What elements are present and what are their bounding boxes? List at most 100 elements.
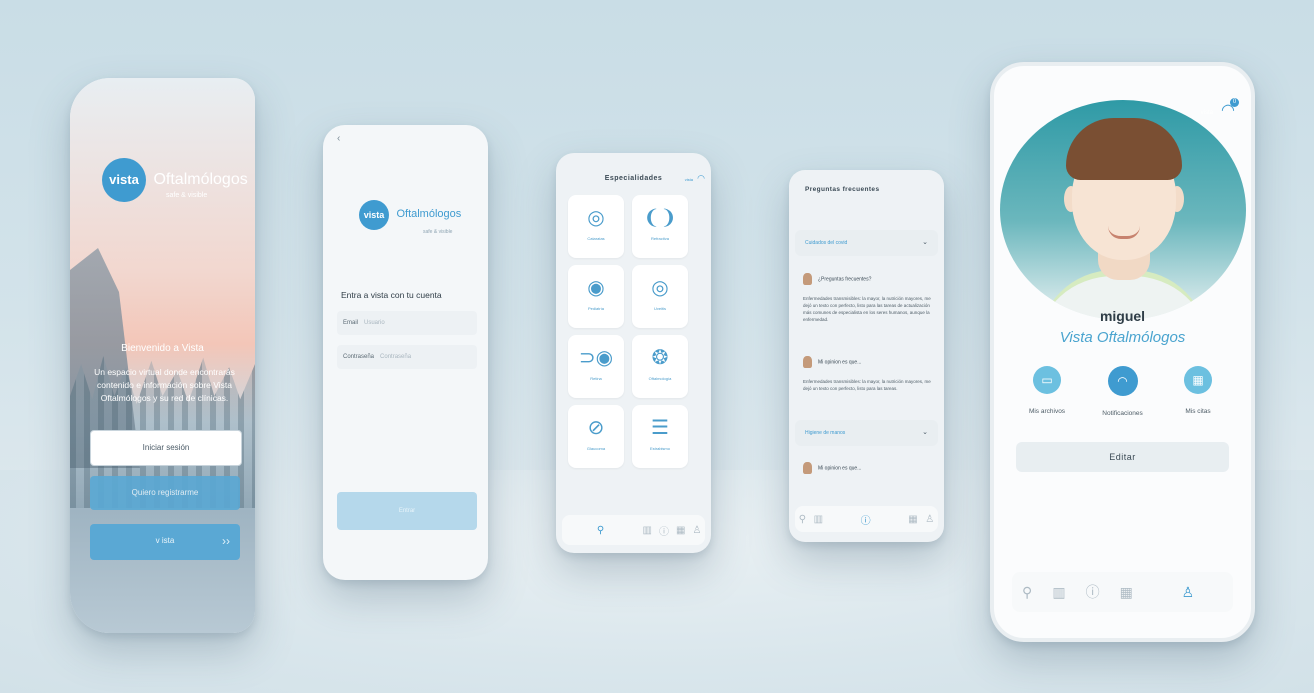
specialty-tile[interactable]: ⊃◉ Retina (568, 335, 624, 398)
tab-bar: ⚲ ▥ ⓘ ▦ ♙ (795, 506, 938, 532)
clinic-icon[interactable]: ▥ (814, 514, 823, 525)
avatar (803, 462, 812, 474)
faq-answer: Enfermedades transmisibles: la mayor, la… (803, 379, 931, 391)
guest-button-label: v ista (155, 536, 175, 545)
eye-lines-icon: ☰ (651, 417, 669, 439)
specialty-tile[interactable]: ❨❩ Refractiva (632, 195, 688, 258)
face-icon: ❂ (651, 347, 669, 369)
enter-button[interactable]: Entrar (337, 492, 477, 530)
question-text: ¿Preguntas frecuentes? (818, 276, 872, 283)
double-chevron-icon: ›› (222, 534, 230, 548)
help-icon[interactable]: ⓘ (831, 512, 901, 527)
logo-badge: vista (359, 200, 389, 230)
specialty-label: Refractiva (650, 236, 669, 241)
phone-profile-screen: vista ◠ 0 miguel Vista Oftalmólogos ▭ Mi… (990, 62, 1255, 642)
calendar-icon[interactable]: ▦ (908, 514, 917, 525)
eye-icon: ◉ (587, 277, 605, 299)
faq-section-covid[interactable]: Cuidados del covid ⌄ (795, 230, 938, 256)
notification-badge: 0 (1230, 98, 1239, 107)
phone-signin-screen: ‹ vista Oftalmólogos safe & visible Entr… (323, 125, 488, 580)
password-field[interactable]: Contraseña Contraseña (337, 345, 477, 369)
avatar (803, 273, 812, 285)
action-label: Mis archivos (1028, 408, 1066, 415)
specialty-label: Uveitis (653, 306, 666, 311)
back-arrow-icon[interactable]: ‹ (337, 133, 340, 144)
welcome-description: Un espacio virtual donde encontrarás con… (94, 367, 235, 403)
notifications-action[interactable]: ◠ Notificaciones (1088, 366, 1158, 418)
email-placeholder: Usuario (364, 320, 385, 326)
tab-bar: ⚲ ▥ ⓘ ▦ ♙ (1012, 572, 1233, 612)
profile-icon[interactable]: ♙ (692, 525, 701, 536)
register-button[interactable]: Quiero registrarme (90, 476, 240, 510)
phone-specialties-screen: Especialidades vista ◠ ◎ Cataratas ❨❩ Refr… (556, 153, 711, 553)
faq-question: Mi opinion es que... (803, 356, 861, 368)
help-icon[interactable]: ⓘ (659, 523, 669, 538)
password-placeholder: Contraseña (380, 354, 412, 360)
bell-icon: ◠ (1107, 366, 1138, 396)
welcome-title: Bienvenido a Vista (121, 343, 204, 354)
faq-question: Mi opinion es que... (803, 462, 861, 474)
specialty-label: Oftalmología (648, 376, 672, 381)
help-icon[interactable]: ⓘ (1086, 582, 1100, 602)
edit-button[interactable]: Editar (1016, 442, 1229, 472)
specialty-label: Glaucoma (586, 446, 606, 451)
profile-icon[interactable]: ♙ (1153, 584, 1223, 601)
password-label: Contraseña (343, 354, 375, 360)
my-files-action[interactable]: ▭ Mis archivos (1012, 366, 1082, 418)
logo-brand: Oftalmólogos (396, 207, 462, 220)
specialty-label: Retina (590, 376, 602, 381)
folder-icon: ▭ (1033, 366, 1061, 394)
specialty-tile[interactable]: ◉ Pediatría (568, 265, 624, 328)
refraction-icon: ❨❩ (643, 207, 677, 229)
user-organization: Vista Oftalmólogos (1059, 329, 1186, 346)
action-label: Notificaciones (1102, 410, 1143, 417)
eye-icon: ◎ (651, 277, 669, 299)
search-icon[interactable]: ⚲ (1022, 584, 1032, 601)
signin-title: Entra a vista con tu cuenta (341, 290, 442, 300)
avatar (1000, 100, 1246, 320)
vista-logo: vista Oftalmólogos (359, 200, 461, 230)
eye-icon: ◎ (587, 207, 605, 229)
login-button[interactable]: Iniciar sesión (90, 430, 242, 466)
profile-icon[interactable]: ♙ (925, 514, 934, 525)
logo-brand: Oftalmólogos (153, 170, 248, 188)
clinic-icon[interactable]: ▥ (643, 525, 652, 536)
retina-icon: ⊃◉ (578, 347, 614, 369)
specialty-tile[interactable]: ❂ Oftalmología (632, 335, 688, 398)
calendar-icon[interactable]: ▦ (1120, 584, 1133, 601)
phone-welcome-screen: vista Oftalmólogos safe & visible Bienve… (70, 78, 255, 633)
user-name: miguel (1099, 308, 1146, 324)
email-field[interactable]: Email Usuario (337, 311, 477, 335)
profile-actions: ▭ Mis archivos ◠ Notificaciones ▦ Mis ci… (1012, 366, 1233, 418)
tab-bar: ⚲ ▥ ⓘ ▦ ♙ (562, 515, 705, 545)
specialty-tile[interactable]: ◎ Cataratas (568, 195, 624, 258)
specialties-grid: ◎ Cataratas ❨❩ Refractiva ◉ Pediatría ◎ Uvei… (568, 195, 700, 475)
faq-title: Preguntas frecuentes (805, 186, 880, 193)
calendar-icon: ▦ (1184, 366, 1212, 394)
specialty-tile[interactable]: ◎ Uveitis (632, 265, 688, 328)
specialty-label: Estrabismo (649, 446, 670, 451)
clinic-icon[interactable]: ▥ (1052, 584, 1065, 601)
eye-crossed-icon: ⊘ (587, 417, 605, 439)
my-appointments-action[interactable]: ▦ Mis citas (1163, 366, 1233, 418)
faq-section-hygiene[interactable]: Higiene de manos ⌄ (795, 420, 938, 446)
specialty-label: Pediatría (587, 306, 604, 311)
search-icon[interactable]: ⚲ (566, 525, 636, 536)
calendar-icon[interactable]: ▦ (676, 525, 685, 536)
phone-faq-screen: Preguntas frecuentes Cuidados del covid … (789, 170, 944, 542)
avatar-hair (1066, 118, 1182, 180)
specialty-tile[interactable]: ⊘ Glaucoma (568, 405, 624, 468)
specialty-tile[interactable]: ☰ Estrabismo (632, 405, 688, 468)
logo-tagline: safe & visible (423, 229, 453, 235)
faq-question: ¿Preguntas frecuentes? (803, 273, 871, 285)
bell-icon[interactable]: ◠ (697, 173, 705, 184)
mini-logo: vista (1200, 110, 1213, 116)
action-label: Mis citas (1185, 408, 1211, 415)
search-icon[interactable]: ⚲ (799, 514, 806, 525)
guest-button[interactable]: v ista ›› (90, 524, 240, 560)
section-label: Cuidados del covid (805, 240, 848, 246)
chevron-down-icon: ⌄ (922, 429, 928, 436)
avatar (803, 356, 812, 368)
mini-logo: vista (684, 177, 693, 182)
question-text: Mi opinion es que... (818, 359, 862, 366)
